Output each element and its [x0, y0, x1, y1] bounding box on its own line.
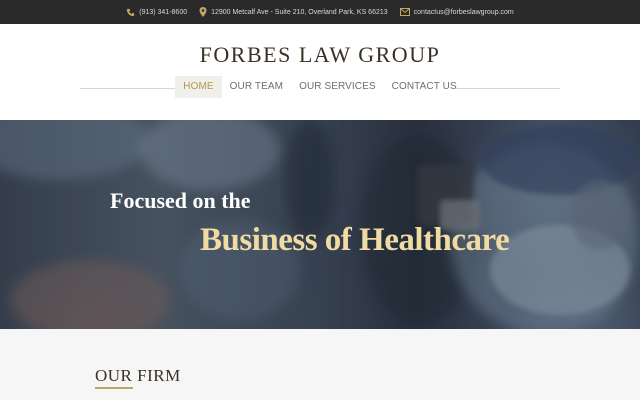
phone-icon	[126, 8, 135, 17]
hero-heading-line2: Business of Healthcare	[200, 222, 510, 258]
site-logo[interactable]: FORBES LAW GROUP	[0, 42, 640, 68]
phone-item[interactable]: (913) 341-8600	[126, 8, 187, 17]
main-nav: HOME OUR TEAM OUR SERVICES CONTACT US	[0, 76, 640, 98]
contact-bar: (913) 341-8600 12900 Metcalf Ave - Suite…	[0, 0, 640, 24]
our-firm-section: OUR FIRM	[0, 329, 640, 400]
nav-item-contact-us[interactable]: CONTACT US	[384, 76, 465, 98]
envelope-icon	[399, 8, 410, 16]
section-title: OUR FIRM	[95, 366, 181, 385]
nav-item-home[interactable]: HOME	[175, 76, 222, 98]
email-item[interactable]: contactus@forbeslawgroup.com	[399, 8, 514, 16]
phone-text: (913) 341-8600	[139, 8, 188, 16]
email-link[interactable]: contactus@forbeslawgroup.com	[414, 9, 514, 16]
address-text: 12900 Metcalf Ave - Suite 210, Overland …	[211, 8, 388, 16]
nav-item-our-services[interactable]: OUR SERVICES	[291, 76, 384, 98]
address-item[interactable]: 12900 Metcalf Ave - Suite 210, Overland …	[199, 7, 388, 17]
section-title-underline	[95, 387, 133, 389]
hero-heading-line1: Focused on the	[110, 188, 251, 213]
map-pin-icon	[199, 7, 207, 17]
site-header: FORBES LAW GROUP HOME OUR TEAM OUR SERVI…	[0, 24, 640, 120]
nav-item-our-team[interactable]: OUR TEAM	[222, 76, 291, 98]
hero-banner: Focused on the Business of Healthcare	[0, 120, 640, 329]
